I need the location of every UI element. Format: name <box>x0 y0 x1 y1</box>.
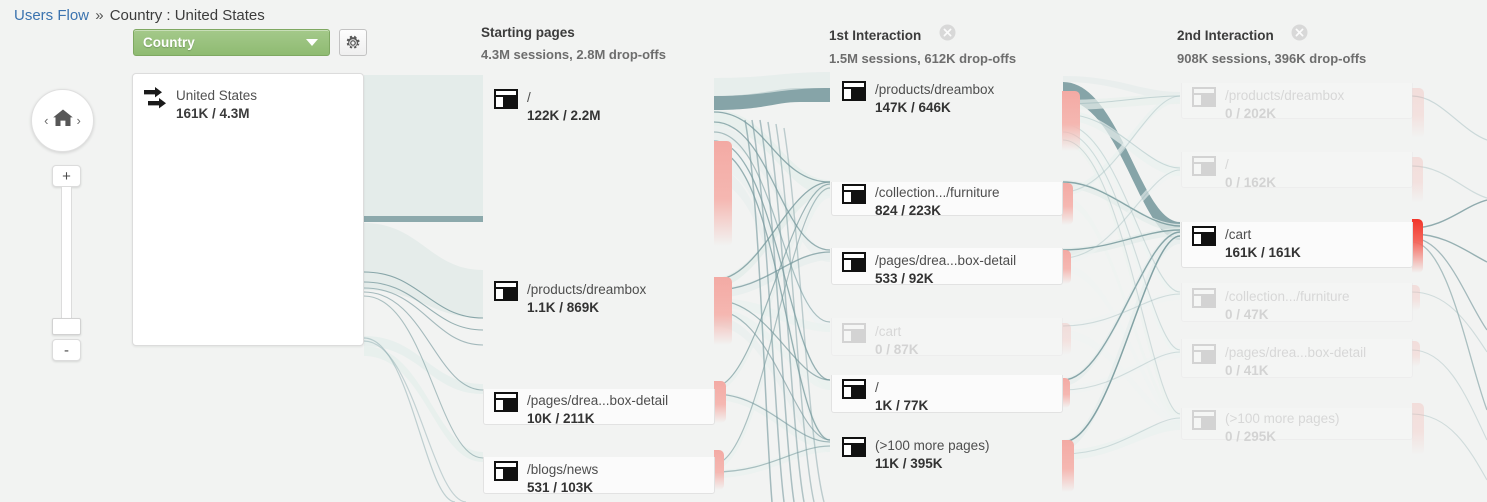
dropoff-bar <box>1062 378 1070 408</box>
flow-node[interactable]: (>100 more pages) 0 / 295K <box>1181 394 1413 444</box>
node-card <box>831 182 1063 216</box>
dropoff-bar <box>1062 323 1071 355</box>
flow-node[interactable]: /collection.../furniture 0 / 47K <box>1181 276 1413 322</box>
source-node-value: 161K / 4.3M <box>176 106 250 121</box>
dropoff-bar <box>714 141 732 246</box>
source-node-united-states[interactable]: United States 161K / 4.3M <box>143 87 257 123</box>
page-icon <box>494 281 518 306</box>
flow-group-i1-to-i2 <box>1062 76 1181 460</box>
page-icon <box>494 89 518 114</box>
flow-node[interactable]: /pages/drea...box-detail 0 / 41K <box>1181 332 1413 378</box>
dropoff-bar <box>1412 285 1420 311</box>
dropoff-bar <box>1412 341 1420 367</box>
flow-node[interactable]: /pages/drea...box-detail 10K / 211K <box>483 379 715 426</box>
node-card <box>831 318 1063 356</box>
dropoff-bar <box>1412 219 1423 273</box>
node-card <box>1181 152 1413 188</box>
dropoff-bar <box>1412 403 1424 455</box>
flow-node[interactable]: / 0 / 162K <box>1181 142 1413 190</box>
dropoff-bar <box>714 277 732 345</box>
dropoff-bar <box>714 450 724 490</box>
source-panel: United States 161K / 4.3M <box>132 73 364 346</box>
node-card <box>1181 408 1413 440</box>
node-name: (>100 more pages) <box>875 438 990 453</box>
node-card <box>831 375 1063 413</box>
flow-node[interactable]: /cart 0 / 87K <box>831 310 1063 357</box>
node-card <box>1181 222 1413 268</box>
dropoff-bar <box>714 381 726 423</box>
flow-node[interactable]: / 122K / 2.2M <box>483 73 715 218</box>
dropoff-bar <box>1062 91 1080 151</box>
node-name: /products/dreambox <box>527 282 647 297</box>
flow-node[interactable]: /products/dreambox 1.1K / 869K <box>483 273 715 318</box>
node-card <box>1181 283 1413 322</box>
page-icon <box>842 437 866 462</box>
dropoff-bar <box>1062 440 1074 492</box>
source-node-name: United States <box>176 88 258 103</box>
node-card <box>483 457 715 494</box>
dropoff-bar <box>1412 157 1423 203</box>
node-name: / <box>527 90 531 105</box>
node-value: 122K / 2.2M <box>527 108 601 123</box>
node-name: /products/dreambox <box>875 82 995 97</box>
dropoff-bar <box>1062 250 1071 284</box>
flow-node[interactable]: /products/dreambox 0 / 202K <box>1181 73 1413 121</box>
node-card <box>1181 339 1413 378</box>
node-card <box>483 389 715 425</box>
dropoff-bar <box>1062 183 1073 225</box>
flow-node[interactable]: /collection.../furniture 824 / 223K <box>831 170 1063 218</box>
node-value: 1.1K / 869K <box>527 300 600 315</box>
dropoff-bar <box>1412 88 1424 138</box>
flow-node[interactable]: / 1K / 77K <box>831 367 1063 413</box>
node-value: 147K / 646K <box>875 100 951 115</box>
flow-node[interactable]: (>100 more pages) 11K / 395K <box>831 428 1063 471</box>
node-card <box>831 248 1063 285</box>
users-flow-view: Users Flow » Country : United States Cou… <box>0 0 1487 502</box>
flow-node[interactable]: /pages/drea...box-detail 533 / 92K <box>831 239 1063 286</box>
flow-node[interactable]: /cart 161K / 161K <box>1181 208 1413 268</box>
flow-node[interactable]: /blogs/news 531 / 103K <box>483 448 715 495</box>
double-arrow-icon <box>143 87 167 118</box>
flow-node[interactable]: /products/dreambox 147K / 646K <box>831 74 1063 117</box>
node-card <box>1181 83 1413 119</box>
page-icon <box>842 81 866 106</box>
flow-group-source-to-start <box>363 75 484 502</box>
